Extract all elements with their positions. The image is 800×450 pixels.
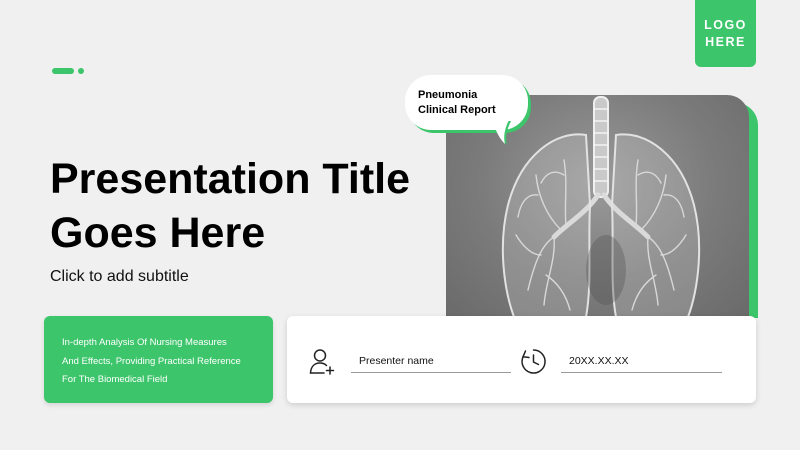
presenter-name-field[interactable]: Presenter name <box>359 355 434 367</box>
logo-text-line1: LOGO <box>704 17 747 32</box>
presentation-subtitle[interactable]: Click to add subtitle <box>50 268 189 286</box>
report-label-text: Pneumonia Clinical Report <box>418 88 523 117</box>
title-line2: Goes Here <box>50 209 266 257</box>
description-line2: And Effects, Providing Practical Referen… <box>62 355 241 367</box>
bubble-tail <box>493 120 511 145</box>
title-line1: Presentation Title <box>50 155 411 203</box>
description-line1: In-depth Analysis Of Nursing Measures <box>62 337 227 348</box>
description-line3: For The Biomedical Field <box>62 374 168 385</box>
bubble-line2: Clinical Report <box>418 103 496 116</box>
logo-text-line2: HERE <box>705 34 746 49</box>
decorative-dash <box>52 68 74 74</box>
decorative-dot <box>78 68 84 74</box>
add-user-icon <box>309 349 335 375</box>
bubble-line1: Pneumonia <box>418 89 478 101</box>
clock-icon <box>521 349 546 374</box>
date-underline <box>561 372 722 373</box>
date-field[interactable]: 20XX.XX.XX <box>569 355 629 367</box>
presentation-title[interactable]: Presentation Title Goes Here <box>50 152 450 260</box>
description-text[interactable]: In-depth Analysis Of Nursing Measures An… <box>62 334 272 390</box>
presenter-underline <box>351 372 511 373</box>
logo-placeholder[interactable]: LOGO HERE <box>695 0 756 67</box>
